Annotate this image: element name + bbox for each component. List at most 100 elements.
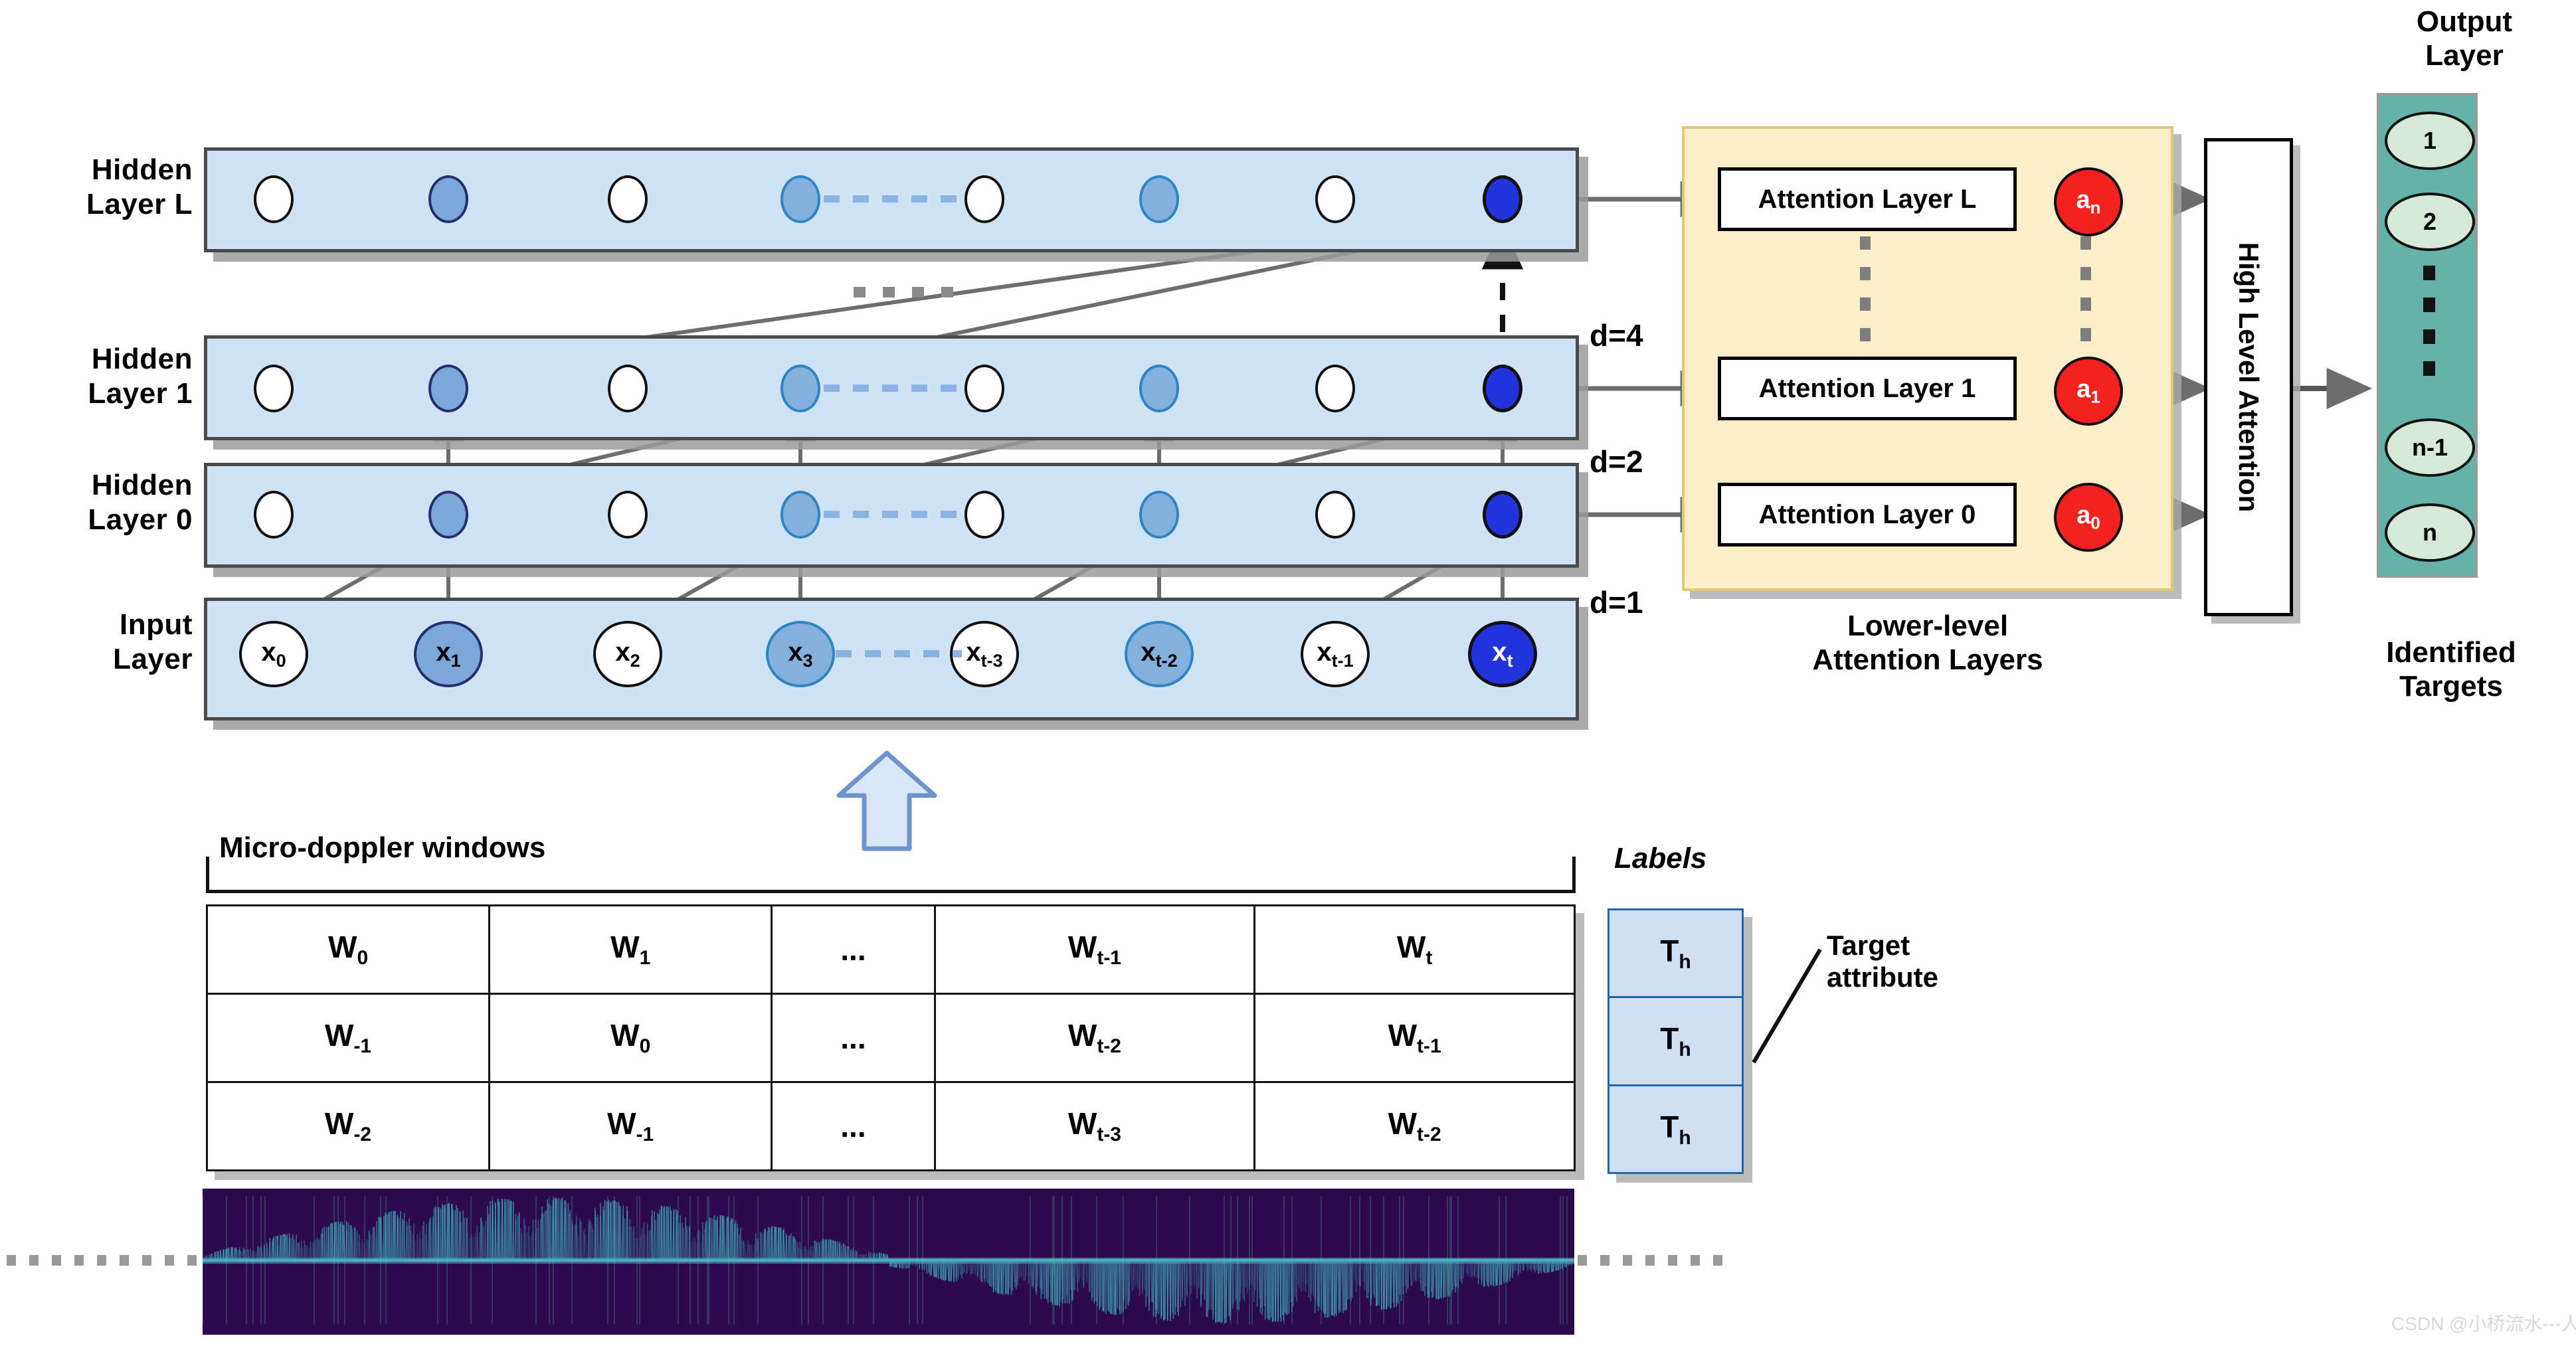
h1-node-7 bbox=[1483, 365, 1522, 412]
h1-node-5 bbox=[1139, 365, 1179, 412]
row-label-hidden-0-line1: Hidden bbox=[91, 469, 193, 501]
label-cell-2: Th bbox=[1608, 1084, 1744, 1175]
hL-node-6 bbox=[1315, 175, 1355, 223]
identified-targets-caption-line2: Targets bbox=[2399, 669, 2503, 703]
h0-node-4 bbox=[965, 491, 1004, 539]
micro-doppler-windows-table: W0 W1... Wt-1 Wt W-1 W0... Wt-2 Wt-1 W-2 W-1... Wt… bbox=[205, 904, 1576, 1171]
in-node-7: xt bbox=[1468, 621, 1537, 687]
hL-node-4 bbox=[965, 175, 1004, 223]
h1-node-2 bbox=[608, 365, 648, 412]
identified-targets-caption-line1: Identified bbox=[2386, 636, 2516, 669]
h1-node-6 bbox=[1315, 365, 1355, 412]
h1-node-0 bbox=[254, 365, 294, 412]
attention-output-a-0-sub: 0 bbox=[2090, 513, 2100, 533]
row-label-hidden-1-line1: Hidden bbox=[91, 343, 193, 375]
output-layer-title: Output Layer bbox=[2351, 5, 2576, 72]
in-node-1: x1 bbox=[414, 621, 483, 687]
attention-output-a-0-label: a0 bbox=[2076, 501, 2100, 533]
layers-ellipsis bbox=[854, 287, 960, 297]
row-label-hidden-L-line2: Layer L bbox=[86, 187, 193, 220]
lower-level-attention-caption-line2: Attention Layers bbox=[1812, 643, 2043, 676]
in-node-5: xt-2 bbox=[1125, 621, 1194, 687]
in-node-5-label: xt-2 bbox=[1141, 637, 1178, 671]
hL-node-2 bbox=[608, 175, 648, 223]
windows-cell-r0-c4: Wt bbox=[1253, 904, 1576, 995]
h1-node-3 bbox=[781, 365, 820, 412]
label-cell-1: Th bbox=[1608, 996, 1744, 1086]
windows-cell-r2-c3: Wt-3 bbox=[933, 1081, 1256, 1171]
lower-level-attention-caption-line1: Lower-level bbox=[1847, 610, 2009, 642]
in-node-0-label: x0 bbox=[261, 637, 286, 671]
windows-cell-r0-c1: W1 bbox=[488, 904, 773, 995]
table-bracket-left-tick bbox=[206, 857, 209, 893]
in-node-3-label: x3 bbox=[788, 637, 813, 671]
row-label-hidden-L: Hidden Layer L bbox=[20, 153, 193, 222]
attention-layer-L-box[interactable]: Attention Layer L bbox=[1718, 167, 2017, 231]
hL-node-5 bbox=[1139, 175, 1179, 223]
output-node-n-minus-1: n-1 bbox=[2385, 418, 2475, 477]
hL-node-7 bbox=[1483, 175, 1522, 223]
label-cell-0: Th bbox=[1608, 908, 1744, 999]
dilation-label-d1: d=1 bbox=[1590, 585, 1643, 620]
attention-circles-ellipsis bbox=[2080, 236, 2091, 353]
in-node-6-label: xt-1 bbox=[1317, 637, 1354, 671]
labels-table-row: Th bbox=[1608, 1084, 1744, 1175]
in-node-0: x0 bbox=[239, 621, 308, 687]
h0-node-6 bbox=[1315, 491, 1355, 539]
in-node-2-label: x2 bbox=[615, 637, 640, 671]
high-level-attention-label: High Level Attention bbox=[2233, 242, 2264, 513]
row-label-hidden-0: Hidden Layer 0 bbox=[20, 468, 193, 537]
h1-node-1 bbox=[428, 365, 468, 412]
row-label-hidden-1-line2: Layer 1 bbox=[88, 377, 193, 410]
spectrogram-left-ellipsis bbox=[7, 1255, 203, 1266]
table-bracket-top bbox=[206, 890, 1576, 893]
table-bracket-right-tick bbox=[1572, 857, 1576, 893]
attention-output-a-n: an bbox=[2054, 167, 2123, 236]
attention-output-a-1: a1 bbox=[2054, 357, 2123, 426]
row-label-input: Input Layer bbox=[20, 608, 193, 677]
windows-cell-r0-c0: W0 bbox=[205, 904, 491, 995]
in-node-3: x3 bbox=[766, 621, 835, 687]
h0-node-2 bbox=[608, 491, 648, 539]
windows-table-row: W0 W1... Wt-1 Wt bbox=[205, 904, 1576, 995]
hL-node-0 bbox=[254, 175, 294, 223]
windows-cell-r0-c3: Wt-1 bbox=[933, 904, 1256, 995]
windows-cell-r2-c1: W-1 bbox=[488, 1081, 773, 1171]
input-dash-connector bbox=[836, 650, 962, 657]
h0-node-3 bbox=[781, 491, 820, 539]
attention-output-a-n-sub: n bbox=[2090, 197, 2101, 218]
in-node-2: x2 bbox=[593, 621, 662, 687]
in-node-6: xt-1 bbox=[1301, 621, 1370, 687]
hidden-1-dash-connector bbox=[824, 384, 963, 392]
row-label-input-line1: Input bbox=[119, 608, 193, 641]
h0-node-0 bbox=[254, 491, 294, 539]
attention-boxes-ellipsis bbox=[1860, 236, 1871, 353]
labels-table-row: Th bbox=[1608, 996, 1744, 1086]
labels-table-row: Th bbox=[1608, 908, 1744, 999]
windows-cell-r1-c2: ... bbox=[771, 993, 936, 1083]
output-node-1: 1 bbox=[2385, 112, 2475, 170]
windows-table-row: W-2 W-1... Wt-3 Wt-2 bbox=[205, 1081, 1576, 1171]
in-node-7-label: xt bbox=[1492, 637, 1513, 671]
band-input-layer bbox=[204, 598, 1579, 720]
windows-cell-r2-c0: W-2 bbox=[205, 1081, 491, 1171]
windows-table-row: W-1 W0... Wt-2 Wt-1 bbox=[205, 993, 1576, 1083]
windows-cell-r1-c3: Wt-2 bbox=[933, 993, 1256, 1083]
labels-title: Labels bbox=[1614, 842, 1707, 875]
attention-layer-0-box[interactable]: Attention Layer 0 bbox=[1718, 483, 2017, 547]
dilation-label-d2: d=2 bbox=[1590, 444, 1643, 479]
high-level-attention-box[interactable]: High Level Attention bbox=[2204, 138, 2293, 616]
windows-cell-r2-c4: Wt-2 bbox=[1253, 1081, 1576, 1171]
hL-node-3 bbox=[781, 175, 820, 223]
spectrogram-right-ellipsis bbox=[1578, 1255, 1734, 1266]
attention-output-a-1-sub: 1 bbox=[2090, 386, 2100, 407]
attention-output-a-n-label: an bbox=[2076, 185, 2101, 218]
row-label-hidden-L-line1: Hidden bbox=[91, 153, 193, 186]
row-label-hidden-1: Hidden Layer 1 bbox=[20, 342, 193, 411]
hL-node-1 bbox=[428, 175, 468, 223]
attention-layer-1-box[interactable]: Attention Layer 1 bbox=[1718, 357, 2017, 420]
windows-cell-r1-c4: Wt-1 bbox=[1253, 993, 1576, 1083]
target-attribute-line1: Target bbox=[1827, 930, 1910, 961]
output-node-2: 2 bbox=[2385, 193, 2475, 251]
output-layer-title-line1: Output bbox=[2416, 5, 2513, 38]
